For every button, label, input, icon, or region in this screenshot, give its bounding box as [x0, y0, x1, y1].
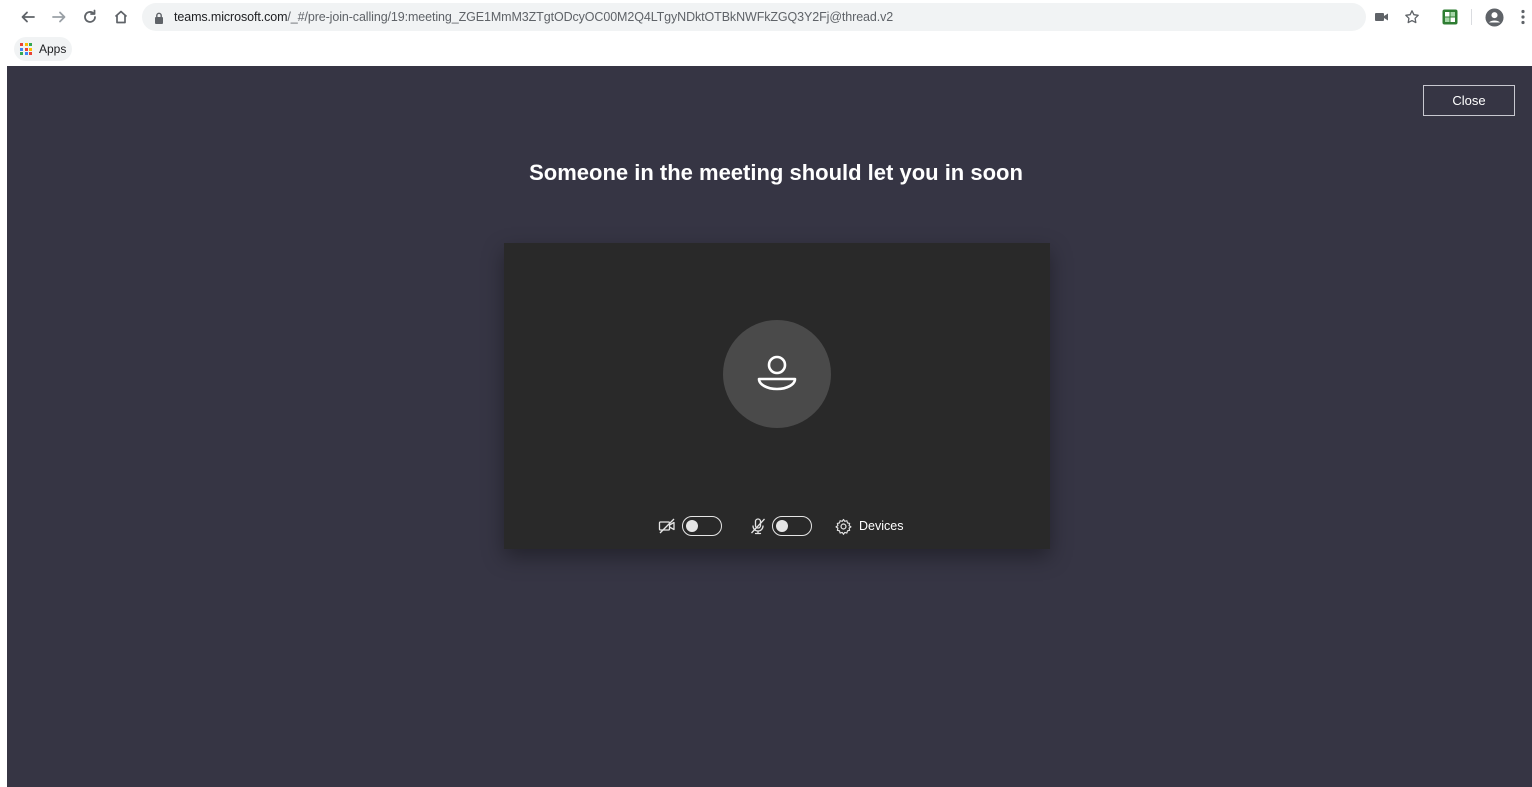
- apps-grid-icon: [20, 43, 32, 55]
- url-host: teams.microsoft.com: [174, 10, 288, 24]
- device-controls: Devices: [504, 515, 1050, 537]
- address-bar[interactable]: teams.microsoft.com/_#/pre-join-calling/…: [142, 3, 1366, 31]
- video-preview: Devices: [504, 243, 1050, 549]
- browser-menu-button[interactable]: [1516, 5, 1530, 29]
- avatar: [723, 320, 831, 428]
- video-camera-icon: [1375, 13, 1388, 21]
- browser-toolbar: teams.microsoft.com/_#/pre-join-calling/…: [0, 0, 1532, 34]
- extension-icon: [1442, 9, 1458, 25]
- account-circle-icon: [1484, 7, 1504, 27]
- camera-toggle[interactable]: [682, 516, 722, 536]
- more-vertical-icon: [1521, 9, 1525, 25]
- gear-icon: [835, 518, 852, 535]
- camera-in-use-button[interactable]: [1372, 5, 1392, 29]
- arrow-left-icon: [21, 11, 35, 23]
- home-button[interactable]: [109, 5, 133, 29]
- home-icon: [114, 10, 128, 24]
- bookmark-star-button[interactable]: [1402, 5, 1422, 29]
- lock-icon: [154, 11, 164, 24]
- person-icon: [757, 355, 797, 391]
- browser-chrome: teams.microsoft.com/_#/pre-join-calling/…: [0, 0, 1532, 66]
- back-button[interactable]: [16, 5, 40, 29]
- mic-off-icon: [749, 517, 767, 535]
- arrow-right-icon: [52, 11, 66, 23]
- camera-toggle-knob: [686, 519, 698, 532]
- profile-button[interactable]: [1483, 5, 1505, 29]
- extension-button[interactable]: [1440, 5, 1460, 29]
- reload-button[interactable]: [78, 5, 102, 29]
- apps-shortcut[interactable]: Apps: [14, 37, 73, 61]
- url-text: teams.microsoft.com/_#/pre-join-calling/…: [174, 10, 893, 24]
- close-button[interactable]: Close: [1423, 85, 1515, 116]
- lobby-heading: Someone in the meeting should let you in…: [529, 160, 1023, 185]
- camera-off-icon: [658, 517, 676, 535]
- bookmarks-bar: Apps: [0, 34, 1532, 64]
- mic-toggle-knob: [776, 519, 788, 532]
- devices-button[interactable]: Devices: [835, 515, 903, 537]
- forward-button[interactable]: [47, 5, 71, 29]
- star-icon: [1405, 10, 1419, 24]
- apps-label: Apps: [39, 42, 67, 56]
- url-path: /_#/pre-join-calling/19:meeting_ZGE1MmM3…: [287, 10, 894, 24]
- devices-label: Devices: [859, 519, 904, 533]
- toolbar-divider: [1471, 9, 1472, 25]
- mic-toggle[interactable]: [772, 516, 812, 536]
- reload-icon: [84, 9, 96, 23]
- teams-prejoin-screen: Close Someone in the meeting should let …: [7, 66, 1532, 787]
